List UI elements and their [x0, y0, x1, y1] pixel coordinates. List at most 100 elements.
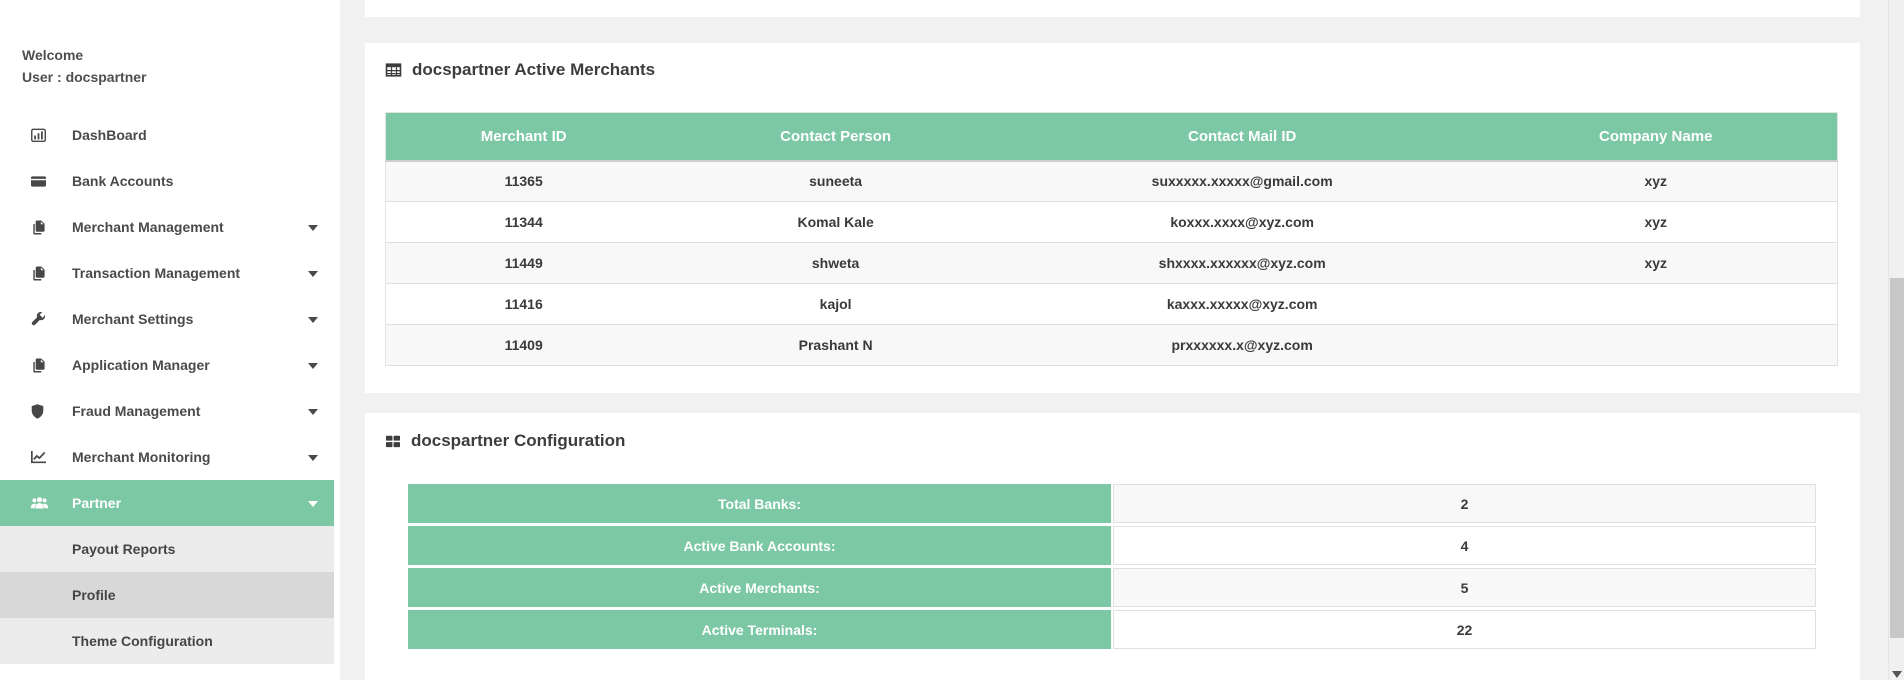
- merchants-title-text: docspartner Active Merchants: [412, 60, 655, 80]
- files-icon: [30, 266, 54, 281]
- caret-down-icon: [308, 317, 318, 323]
- users-icon: [30, 495, 54, 511]
- table-row: 11344Komal Kalekoxxx.xxxx@xyz.comxyz: [386, 202, 1838, 243]
- merchants-card-title: docspartner Active Merchants: [365, 43, 1860, 80]
- sidebar-item-merchant-monitoring[interactable]: Merchant Monitoring: [0, 434, 334, 480]
- sidebar-submenu: Payout Reports Profile Theme Configuration: [0, 526, 340, 664]
- caret-down-icon: [308, 225, 318, 231]
- previous-card-bottom: [365, 0, 1860, 17]
- sidebar-item-label: Partner: [72, 495, 121, 511]
- caret-down-icon: [308, 409, 318, 415]
- column-header-contact-mail-id: Contact Mail ID: [1010, 113, 1475, 161]
- sidebar-subitem-label: Payout Reports: [72, 541, 175, 557]
- table-row: 11449shwetashxxxx.xxxxxx@xyz.comxyz: [386, 243, 1838, 284]
- shield-icon: [30, 404, 54, 419]
- sidebar-item-merchant-settings[interactable]: Merchant Settings: [0, 296, 334, 342]
- table-row: 11416kajolkaxxx.xxxxx@xyz.com: [386, 284, 1838, 325]
- files-icon: [30, 220, 54, 235]
- merchants-table: Merchant IDContact PersonContact Mail ID…: [385, 112, 1838, 366]
- caret-down-icon: [308, 455, 318, 461]
- th-large-icon: [385, 434, 401, 449]
- cell-company-name: xyz: [1474, 202, 1837, 243]
- sidebar-item-label: Application Manager: [72, 357, 210, 373]
- sidebar-item-transaction-management[interactable]: Transaction Management: [0, 250, 334, 296]
- sidebar-item-fraud-management[interactable]: Fraud Management: [0, 388, 334, 434]
- sidebar-menu: DashBoard Bank Accounts Merchant Managemen…: [0, 112, 340, 526]
- sidebar-item-dashboard[interactable]: DashBoard: [0, 112, 334, 158]
- config-card-title: docspartner Configuration: [365, 413, 1860, 451]
- vertical-scrollbar[interactable]: [1888, 0, 1904, 680]
- sidebar-subitem-theme-configuration[interactable]: Theme Configuration: [0, 618, 334, 664]
- sidebar-item-label: Bank Accounts: [72, 173, 173, 189]
- sidebar-item-merchant-management[interactable]: Merchant Management: [0, 204, 334, 250]
- sidebar-subitem-payout-reports[interactable]: Payout Reports: [0, 526, 334, 572]
- bar-chart-icon: [30, 128, 54, 143]
- welcome-text: Welcome: [22, 44, 340, 66]
- cell-contact-person: kajol: [661, 284, 1009, 325]
- cell-merchant-id: 11409: [386, 325, 662, 366]
- config-value-total-banks: 2: [1113, 484, 1816, 523]
- config-value-active-bank-accounts: 4: [1113, 526, 1816, 565]
- sidebar-item-label: Merchant Settings: [72, 311, 193, 327]
- wrench-icon: [30, 312, 54, 327]
- credit-card-icon: [30, 174, 54, 189]
- column-header-company-name: Company Name: [1474, 113, 1837, 161]
- table-icon: [385, 62, 402, 78]
- caret-down-icon: [308, 501, 318, 507]
- cell-contact-person: Komal Kale: [661, 202, 1009, 243]
- cell-company-name: [1474, 284, 1837, 325]
- sidebar-item-label: Merchant Management: [72, 219, 224, 235]
- cell-contact-mail-id: prxxxxxx.x@xyz.com: [1010, 325, 1475, 366]
- scrollbar-down-arrow-icon[interactable]: [1892, 671, 1902, 678]
- cell-contact-person: shweta: [661, 243, 1009, 284]
- user-text: User : docspartner: [22, 66, 340, 88]
- config-row: Active Terminals:22: [408, 610, 1816, 649]
- sidebar-subitem-label: Profile: [72, 587, 116, 603]
- cell-merchant-id: 11416: [386, 284, 662, 325]
- cell-company-name: xyz: [1474, 243, 1837, 284]
- sidebar-item-label: Fraud Management: [72, 403, 200, 419]
- config-card: docspartner Configuration Total Banks:2A…: [365, 413, 1860, 680]
- config-value-active-terminals: 22: [1113, 610, 1816, 649]
- caret-down-icon: [308, 363, 318, 369]
- cell-merchant-id: 11365: [386, 161, 662, 202]
- sidebar-item-label: Merchant Monitoring: [72, 449, 210, 465]
- cell-contact-mail-id: suxxxxx.xxxxx@gmail.com: [1010, 161, 1475, 202]
- cell-contact-person: suneeta: [661, 161, 1009, 202]
- welcome-block: Welcome User : docspartner: [0, 0, 340, 88]
- config-table: Total Banks:2Active Bank Accounts:4Activ…: [408, 484, 1816, 652]
- sidebar: Welcome User : docspartner DashBoard Bank…: [0, 0, 340, 680]
- config-row: Active Merchants:5: [408, 568, 1816, 607]
- config-label-active-merchants: Active Merchants:: [408, 568, 1111, 607]
- sidebar-item-application-manager[interactable]: Application Manager: [0, 342, 334, 388]
- config-label-total-banks: Total Banks:: [408, 484, 1111, 523]
- cell-merchant-id: 11449: [386, 243, 662, 284]
- merchants-card: docspartner Active Merchants Merchant ID…: [365, 43, 1860, 393]
- merchants-table-header-row: Merchant IDContact PersonContact Mail ID…: [386, 113, 1838, 161]
- caret-down-icon: [308, 271, 318, 277]
- table-row: 11365suneetasuxxxxx.xxxxx@gmail.comxyz: [386, 161, 1838, 202]
- sidebar-item-label: DashBoard: [72, 127, 147, 143]
- cell-company-name: xyz: [1474, 161, 1837, 202]
- cell-merchant-id: 11344: [386, 202, 662, 243]
- column-header-merchant-id: Merchant ID: [386, 113, 662, 161]
- cell-contact-mail-id: kaxxx.xxxxx@xyz.com: [1010, 284, 1475, 325]
- scrollbar-thumb[interactable]: [1890, 278, 1904, 638]
- cell-contact-mail-id: shxxxx.xxxxxx@xyz.com: [1010, 243, 1475, 284]
- config-value-active-merchants: 5: [1113, 568, 1816, 607]
- column-header-contact-person: Contact Person: [661, 113, 1009, 161]
- config-title-text: docspartner Configuration: [411, 431, 625, 451]
- sidebar-item-bank-accounts[interactable]: Bank Accounts: [0, 158, 334, 204]
- sidebar-item-label: Transaction Management: [72, 265, 240, 281]
- sidebar-subitem-label: Theme Configuration: [72, 633, 213, 649]
- sidebar-subitem-profile[interactable]: Profile: [0, 572, 334, 618]
- cell-company-name: [1474, 325, 1837, 366]
- line-chart-icon: [30, 450, 54, 465]
- cell-contact-person: Prashant N: [661, 325, 1009, 366]
- config-row: Active Bank Accounts:4: [408, 526, 1816, 565]
- config-label-active-bank-accounts: Active Bank Accounts:: [408, 526, 1111, 565]
- sidebar-item-partner[interactable]: Partner: [0, 480, 334, 526]
- files-icon: [30, 358, 54, 373]
- table-row: 11409Prashant Nprxxxxxx.x@xyz.com: [386, 325, 1838, 366]
- cell-contact-mail-id: koxxx.xxxx@xyz.com: [1010, 202, 1475, 243]
